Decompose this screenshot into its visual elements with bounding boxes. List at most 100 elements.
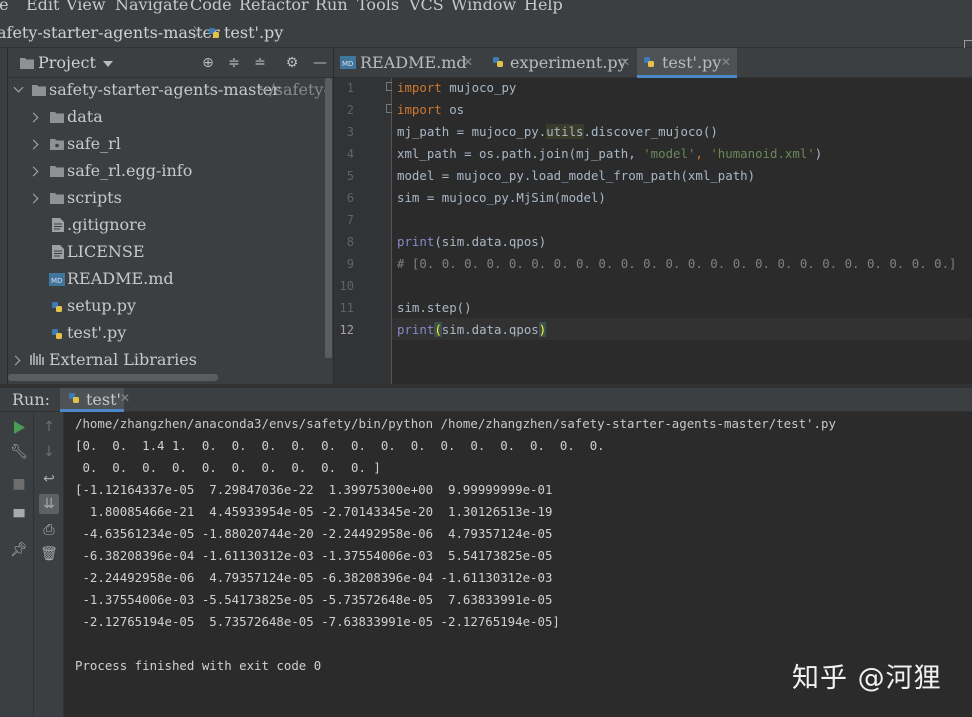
- run-tab-test[interactable]: test' ✕: [60, 388, 130, 412]
- tab-test[interactable]: test'.py ✕: [637, 48, 737, 78]
- code-line: sim = mujoco_py.MjSim(model): [397, 190, 606, 205]
- line-number: 2: [346, 103, 354, 117]
- print-icon[interactable]: ⎙: [39, 520, 59, 540]
- run-tab-label: test': [86, 390, 121, 409]
- tree-item-egg-info[interactable]: safe_rl.egg-info: [8, 159, 326, 186]
- corner-icon: [964, 40, 972, 48]
- code-line: sim.step(): [397, 300, 472, 315]
- left-tool-strip-lower: [0, 78, 8, 384]
- line-number: 11: [339, 301, 354, 315]
- chevron-down-icon[interactable]: [13, 82, 24, 93]
- menu-run[interactable]: Run: [315, 0, 348, 14]
- tree-vertical-scrollbar[interactable]: [325, 78, 332, 358]
- collapse-all-icon[interactable]: ≐: [252, 55, 268, 71]
- soft-wrap-icon[interactable]: ↩: [39, 469, 59, 489]
- menu-view[interactable]: View: [66, 0, 106, 14]
- console-line: 1.80085466e-21 4.45933954e-05 -2.7014334…: [75, 504, 553, 519]
- tree-item-label: safe_rl: [67, 134, 121, 153]
- run-toolbar-primary: 🔧︎ ■ ▀ 📌︎: [0, 412, 34, 717]
- tree-item-license[interactable]: LICENSE: [8, 240, 326, 267]
- expand-all-icon[interactable]: ≑: [226, 55, 242, 71]
- wrench-icon[interactable]: 🔧︎: [9, 442, 29, 462]
- chevron-right-icon[interactable]: [28, 112, 39, 123]
- menu-code[interactable]: Code: [190, 0, 232, 14]
- text-file-icon: [52, 218, 64, 232]
- minimize-icon[interactable]: —: [312, 55, 328, 71]
- code-line: xml_path = os.path.join(mj_path, 'model'…: [397, 146, 823, 161]
- chevron-right-icon[interactable]: [28, 193, 39, 204]
- left-tool-strip: [0, 48, 8, 78]
- scroll-to-end-icon[interactable]: ⇊: [39, 494, 59, 514]
- project-panel-header: Project ⊕ ≑ ≐ ⚙ —: [0, 48, 333, 78]
- line-number: 1: [346, 81, 354, 95]
- menu-file[interactable]: le: [0, 0, 9, 14]
- gear-icon[interactable]: ⚙: [284, 55, 300, 71]
- run-panel-header: Run: test' ✕: [0, 388, 972, 412]
- tree-item-root[interactable]: safety-starter-agents-master ~/safety-st: [8, 78, 326, 105]
- menu-vcs[interactable]: VCS: [409, 0, 444, 14]
- tree-item-gitignore[interactable]: .gitignore: [8, 213, 326, 240]
- locate-icon[interactable]: ⊕: [200, 55, 216, 71]
- tab-label: test'.py: [662, 53, 722, 72]
- project-tree: safety-starter-agents-master ~/safety-st…: [0, 78, 333, 384]
- tree-item-safe-rl[interactable]: safe_rl: [8, 132, 326, 159]
- layout-icon[interactable]: ▀: [9, 508, 29, 528]
- line-number: 5: [346, 169, 354, 183]
- tree-item-external-libraries[interactable]: External Libraries: [8, 348, 326, 375]
- tree-item-label: LICENSE: [67, 242, 145, 261]
- tab-readme[interactable]: MD README.md ✕: [334, 48, 473, 78]
- library-icon: [30, 353, 44, 365]
- chevron-right-icon[interactable]: [10, 355, 21, 366]
- tree-horizontal-scrollbar[interactable]: [8, 374, 218, 381]
- folder-icon: [50, 193, 64, 204]
- run-icon[interactable]: [13, 421, 25, 434]
- tree-item-label: External Libraries: [49, 350, 197, 369]
- close-icon[interactable]: ✕: [463, 55, 473, 69]
- breadcrumb: afety-starter-agents-master 〉 test'.py: [0, 18, 972, 48]
- run-panel-label: Run:: [12, 390, 51, 409]
- python-file-icon: [209, 28, 219, 38]
- close-icon[interactable]: ✕: [120, 391, 130, 405]
- console-exit-status: Process finished with exit code 0: [75, 658, 322, 673]
- line-number-current: 12: [339, 323, 354, 337]
- close-icon[interactable]: ✕: [620, 55, 630, 69]
- tree-item-readme[interactable]: MD README.md: [8, 267, 326, 294]
- chevron-right-icon[interactable]: [28, 139, 39, 150]
- tree-item-test[interactable]: test'.py: [8, 321, 326, 348]
- tree-item-setup[interactable]: setup.py: [8, 294, 326, 321]
- trash-icon[interactable]: 🗑︎: [39, 544, 59, 564]
- svg-text:MD: MD: [51, 277, 62, 285]
- project-panel-title[interactable]: Project: [38, 53, 96, 72]
- tab-label: README.md: [360, 53, 467, 72]
- python-file-icon: [52, 302, 62, 312]
- breadcrumb-project[interactable]: afety-starter-agents-master: [0, 23, 220, 42]
- chevron-right-icon[interactable]: [28, 166, 39, 177]
- watermark: 知乎 @河狸: [792, 663, 942, 694]
- menu-navigate[interactable]: Navigate: [115, 0, 188, 14]
- breadcrumb-separator-icon: 〉: [193, 26, 207, 42]
- menu-tools[interactable]: Tools: [357, 0, 399, 14]
- console-line: -1.37554006e-03 -5.54173825e-05 -5.73572…: [75, 592, 553, 607]
- menu-window[interactable]: Window: [451, 0, 516, 14]
- tree-item-label: safe_rl.egg-info: [67, 161, 193, 180]
- menu-refactor[interactable]: Refactor: [239, 0, 309, 14]
- menu-help[interactable]: Help: [524, 0, 563, 14]
- run-toolbar-secondary: ↑ ↓ ↩ ⇊ ⎙ 🗑︎: [34, 412, 64, 717]
- arrow-up-icon[interactable]: ↑: [39, 417, 59, 437]
- tree-item-label: data: [67, 107, 103, 126]
- menu-edit[interactable]: Edit: [26, 0, 59, 14]
- pin-icon[interactable]: 📌︎: [9, 540, 29, 560]
- arrow-down-icon[interactable]: ↓: [39, 442, 59, 462]
- chevron-down-icon[interactable]: [103, 61, 113, 67]
- console-line: -4.63561234e-05 -1.88020744e-20 -2.24492…: [75, 526, 553, 541]
- python-file-icon: [644, 57, 654, 67]
- tree-item-data[interactable]: data: [8, 105, 326, 132]
- close-icon[interactable]: ✕: [721, 55, 731, 69]
- code-editor[interactable]: import mujoco_py import os mj_path = muj…: [392, 78, 972, 384]
- line-number: 7: [346, 213, 354, 227]
- tab-experiment[interactable]: experiment.py ✕: [486, 48, 632, 78]
- stop-icon[interactable]: ■: [9, 474, 29, 494]
- folder-icon: [32, 85, 46, 96]
- tree-item-label: safety-starter-agents-master: [49, 80, 280, 99]
- tree-item-scripts[interactable]: scripts: [8, 186, 326, 213]
